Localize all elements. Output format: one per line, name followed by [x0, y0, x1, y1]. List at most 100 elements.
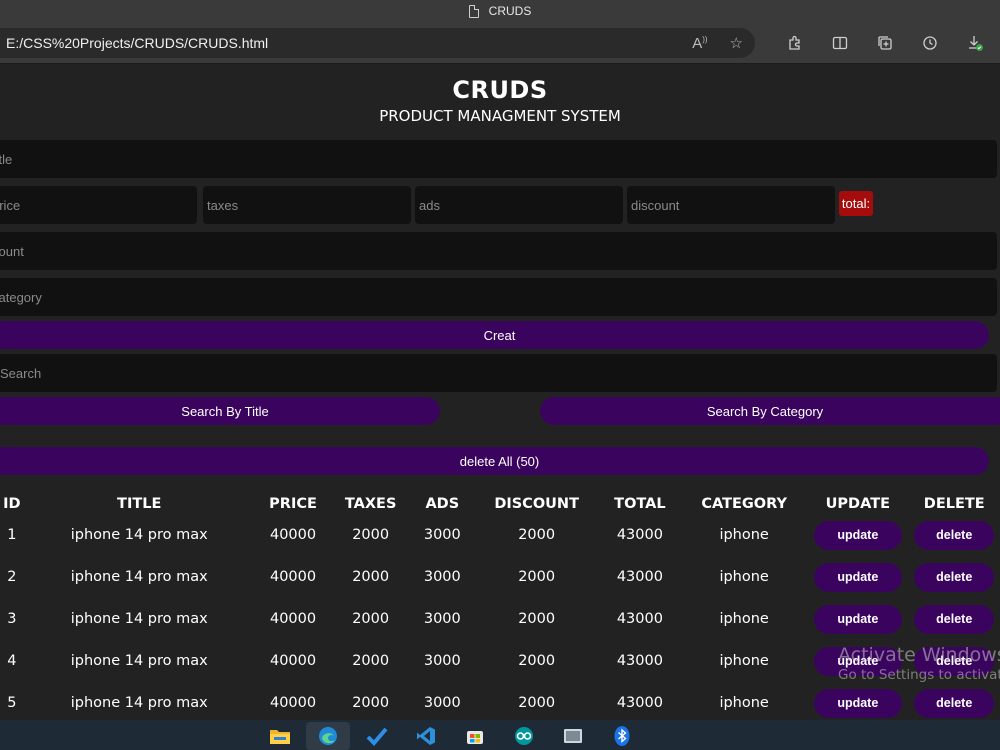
discount-placeholder: discount: [631, 197, 680, 213]
search-input[interactable]: Search: [0, 354, 997, 392]
create-button[interactable]: Creat: [0, 321, 989, 349]
cell-title: iphone 14 pro max: [70, 611, 208, 627]
price-input[interactable]: price: [0, 186, 197, 224]
cell-taxes: 2000: [352, 569, 390, 585]
cell-total: 43000: [616, 569, 663, 585]
update-button[interactable]: update: [813, 604, 902, 634]
cell-taxes: 2000: [352, 653, 390, 669]
cell-title: iphone 14 pro max: [70, 653, 208, 669]
cell-discount: 2000: [518, 569, 556, 585]
ads-placeholder: ads: [419, 197, 440, 213]
products-table: ID TITLE PRICE TAXES ADS DISCOUNT TOTAL …: [0, 494, 1000, 720]
read-aloud-icon[interactable]: A)): [692, 35, 707, 52]
create-button-label: Creat: [483, 327, 516, 343]
split-screen-icon[interactable]: [817, 28, 862, 58]
title-input[interactable]: title: [0, 140, 997, 178]
count-input[interactable]: count: [0, 232, 997, 270]
cell-title: iphone 14 pro max: [70, 569, 208, 585]
cell-price: 40000: [269, 653, 317, 669]
bluetooth-icon[interactable]: [600, 722, 644, 750]
tab-title: CRUDS: [488, 4, 532, 18]
table-row: 2 iphone 14 pro max 40000 2000 3000 2000…: [0, 556, 1000, 598]
table-header-row: ID TITLE PRICE TAXES ADS DISCOUNT TOTAL …: [0, 494, 1000, 514]
file-explorer-icon[interactable]: [258, 722, 302, 750]
cell-ads: 3000: [423, 527, 461, 543]
cell-update: update: [807, 556, 908, 598]
col-header-category: CATEGORY: [701, 496, 787, 512]
screen: CRUDS E:/CSS%20Projects/CRUDS/CRUDS.html…: [0, 0, 1000, 750]
cell-id: 4: [7, 653, 17, 669]
cell-price: 40000: [269, 569, 317, 585]
discount-input[interactable]: discount: [627, 186, 835, 224]
cell-category: iphone: [719, 527, 769, 543]
page-content: CRUDS PRODUCT MANAGMENT SYSTEM title pri…: [0, 64, 1000, 720]
todo-icon[interactable]: [355, 722, 399, 750]
cell-ads: 3000: [423, 695, 461, 711]
cell-category: iphone: [719, 611, 769, 627]
cell-taxes: 2000: [352, 695, 390, 711]
col-header-total: TOTAL: [614, 496, 666, 512]
ads-input[interactable]: ads: [415, 186, 623, 224]
cell-discount: 2000: [518, 695, 556, 711]
cell-discount: 2000: [518, 527, 556, 543]
document-icon: [468, 4, 479, 18]
update-button[interactable]: update: [813, 520, 902, 550]
count-placeholder: count: [0, 243, 24, 259]
cell-delete: delete: [909, 556, 1000, 598]
total-badge: total:: [839, 191, 873, 216]
cell-title: iphone 14 pro max: [70, 527, 208, 543]
cell-title: iphone 14 pro max: [70, 695, 208, 711]
arduino-icon[interactable]: [502, 722, 546, 750]
window-titlebar: CRUDS: [0, 0, 1000, 22]
activate-windows-watermark: Activate Windows Go to Settings to activ…: [838, 644, 1000, 683]
cell-total: 43000: [616, 527, 663, 543]
cell-delete: delete: [909, 598, 1000, 640]
cell-discount: 2000: [518, 611, 556, 627]
taxes-input[interactable]: taxes: [203, 186, 411, 224]
search-by-category-label: Search By Category: [706, 403, 824, 419]
microsoft-store-icon[interactable]: [453, 722, 497, 750]
search-by-title-label: Search By Title: [181, 403, 269, 419]
downloads-icon[interactable]: [952, 28, 997, 58]
collections-icon[interactable]: [862, 28, 907, 58]
table-row: 3 iphone 14 pro max 40000 2000 3000 2000…: [0, 598, 1000, 640]
cell-total: 43000: [616, 695, 663, 711]
cell-category: iphone: [719, 653, 769, 669]
extensions-icon[interactable]: [772, 28, 817, 58]
vscode-icon[interactable]: [404, 722, 448, 750]
address-bar[interactable]: E:/CSS%20Projects/CRUDS/CRUDS.html A)) ☆: [0, 28, 755, 58]
cell-update: update: [807, 598, 908, 640]
history-icon[interactable]: [907, 28, 952, 58]
table-row: 5 iphone 14 pro max 40000 2000 3000 2000…: [0, 682, 1000, 720]
delete-button[interactable]: delete: [914, 520, 995, 550]
address-text[interactable]: E:/CSS%20Projects/CRUDS/CRUDS.html: [6, 35, 268, 51]
update-button[interactable]: update: [813, 688, 902, 718]
watermark-line1: Activate Windows: [838, 644, 1000, 666]
page-title: CRUDS: [452, 76, 548, 104]
edge-browser-icon[interactable]: [306, 722, 350, 750]
taxes-placeholder: taxes: [207, 197, 239, 213]
col-header-title: TITLE: [117, 496, 162, 512]
cell-category: iphone: [719, 569, 769, 585]
watermark-line2: Go to Settings to activate Windows.: [838, 667, 1000, 683]
search-by-category-button[interactable]: Search By Category: [540, 397, 1000, 425]
page-subtitle: PRODUCT MANAGMENT SYSTEM: [379, 107, 621, 125]
col-header-id: ID: [3, 496, 21, 512]
price-placeholder: price: [0, 197, 21, 213]
category-input[interactable]: category: [0, 278, 997, 316]
delete-button[interactable]: delete: [914, 688, 995, 718]
cell-ads: 3000: [423, 653, 461, 669]
delete-all-button[interactable]: delete All (50): [0, 447, 989, 475]
col-header-price: PRICE: [269, 496, 317, 512]
screen-app-icon[interactable]: [551, 722, 595, 750]
delete-button[interactable]: delete: [914, 604, 995, 634]
search-by-title-button[interactable]: Search By Title: [0, 397, 440, 425]
cell-ads: 3000: [423, 611, 461, 627]
category-placeholder: category: [0, 289, 42, 305]
page-header: CRUDS PRODUCT MANAGMENT SYSTEM: [0, 64, 1000, 125]
cell-total: 43000: [616, 653, 663, 669]
delete-button[interactable]: delete: [914, 562, 995, 592]
cell-price: 40000: [269, 527, 317, 543]
update-button[interactable]: update: [813, 562, 902, 592]
favorite-star-icon[interactable]: ☆: [730, 34, 743, 52]
